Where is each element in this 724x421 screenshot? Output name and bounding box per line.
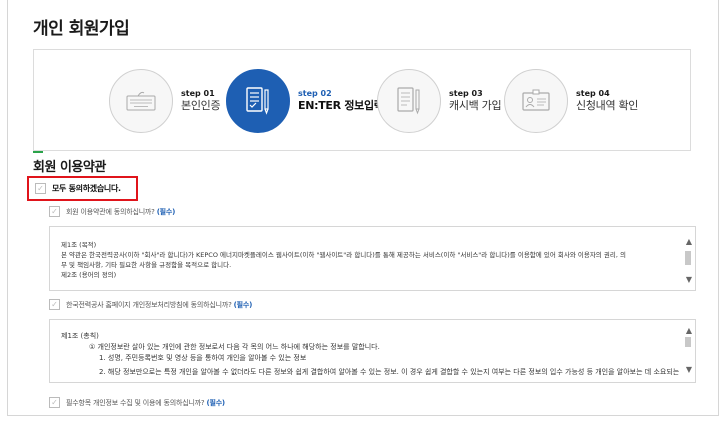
privacy-line: 1. 성명, 주민등록번호 및 영상 등을 통하여 개인을 알아볼 수 있는 정… xyxy=(99,353,307,362)
step-2: step 02 EN:TER 정보입력 › xyxy=(226,68,397,134)
terms-line: 제1조 (목적) xyxy=(61,241,97,249)
step-2-number: step 02 xyxy=(298,89,332,99)
terms-line: 무 및 책임사항, 기타 필요한 사항을 규정함을 목적으로 합니다. xyxy=(61,261,232,270)
terms-textbox[interactable]: 제1조 (목적) 본 약관은 한국전력공사(이하 "회사"라 합니다)가 KEP… xyxy=(49,226,696,291)
checkmark-icon: ✓ xyxy=(49,299,60,310)
agree-required-info-label: 필수항목 개인정보 수집 및 이용에 동의하십니까? xyxy=(66,398,205,407)
scroll-up-icon[interactable]: ▲ xyxy=(686,237,692,246)
agree-required-info-checkbox[interactable]: ✓ 필수항목 개인정보 수집 및 이용에 동의하십니까? (필수) xyxy=(49,397,225,408)
agree-privacy-label: 한국전력공사 홈페이지 개인정보처리방침에 동의하십니까? xyxy=(66,300,232,309)
step-4-label: 신청내역 확인 xyxy=(576,99,639,113)
scroll-down-icon[interactable]: ▼ xyxy=(686,365,692,374)
required-badge: (필수) xyxy=(206,398,225,407)
required-badge: (필수) xyxy=(156,207,176,216)
agree-all-label: 모두 동의하겠습니다. xyxy=(52,184,121,193)
step-4: step 04 신청내역 확인 xyxy=(504,68,638,134)
terms-line: 본 약관은 한국전력공사(이하 "회사"라 합니다)가 KEPCO 에너지마켓플… xyxy=(61,251,626,260)
agree-privacy-checkbox[interactable]: ✓ 한국전력공사 홈페이지 개인정보처리방침에 동의하십니까? (필수) xyxy=(49,299,252,310)
step-1: step 01 본인인증 › xyxy=(109,68,233,134)
privacy-line: 제1조 (총칙) xyxy=(61,332,99,340)
keyboard-icon xyxy=(109,69,173,133)
agree-terms-label: 회원 이용약관에 동의하십니까? xyxy=(66,207,155,216)
privacy-textbox[interactable]: 제1조 (총칙) ① 개인정보란 살아 있는 개인에 관한 정보로서 다음 각 … xyxy=(49,319,696,383)
scroll-thumb[interactable] xyxy=(685,251,691,265)
signup-steps: step 01 본인인증 › step 02 EN:TER 정보입력 › xyxy=(33,49,691,151)
terms-line: 제2조 (용어의 정의) xyxy=(61,271,117,280)
step-3: step 03 캐시백 가입 › xyxy=(377,68,515,134)
required-badge: (필수) xyxy=(233,300,253,309)
checkmark-icon: ✓ xyxy=(35,183,46,194)
scroll-thumb[interactable] xyxy=(685,337,691,347)
scrollbar[interactable]: ▲ ▼ xyxy=(681,320,695,382)
step-3-number: step 03 xyxy=(449,89,483,99)
step-3-label: 캐시백 가입 xyxy=(449,99,502,113)
section-title: 회원 이용약관 xyxy=(33,160,106,175)
scroll-down-icon[interactable]: ▼ xyxy=(686,275,692,284)
step-1-label: 본인인증 xyxy=(181,99,221,113)
scroll-up-icon[interactable]: ▲ xyxy=(686,326,692,335)
privacy-line: ① 개인정보란 살아 있는 개인에 관한 정보로서 다음 각 목의 어느 하나에… xyxy=(89,342,380,351)
id-card-icon xyxy=(504,69,568,133)
section-accent-bar xyxy=(33,151,43,153)
step-4-number: step 04 xyxy=(576,89,610,99)
agree-terms-checkbox[interactable]: ✓ 회원 이용약관에 동의하십니까? (필수) xyxy=(49,206,175,217)
checkmark-icon: ✓ xyxy=(49,206,60,217)
form-pen-icon xyxy=(226,69,290,133)
agree-all-checkbox[interactable]: ✓ 모두 동의하겠습니다. xyxy=(27,176,138,201)
checkmark-icon: ✓ xyxy=(49,397,60,408)
step-1-number: step 01 xyxy=(181,89,215,99)
scrollbar[interactable]: ▲ ▼ xyxy=(681,227,695,290)
page-title: 개인 회원가입 xyxy=(33,19,130,39)
step-2-label: EN:TER 정보입력 xyxy=(298,99,384,113)
privacy-line: 2. 해당 정보만으로는 특정 개인을 알아볼 수 없더라도 다른 정보와 쉽게… xyxy=(99,367,680,376)
document-pen-icon xyxy=(377,69,441,133)
